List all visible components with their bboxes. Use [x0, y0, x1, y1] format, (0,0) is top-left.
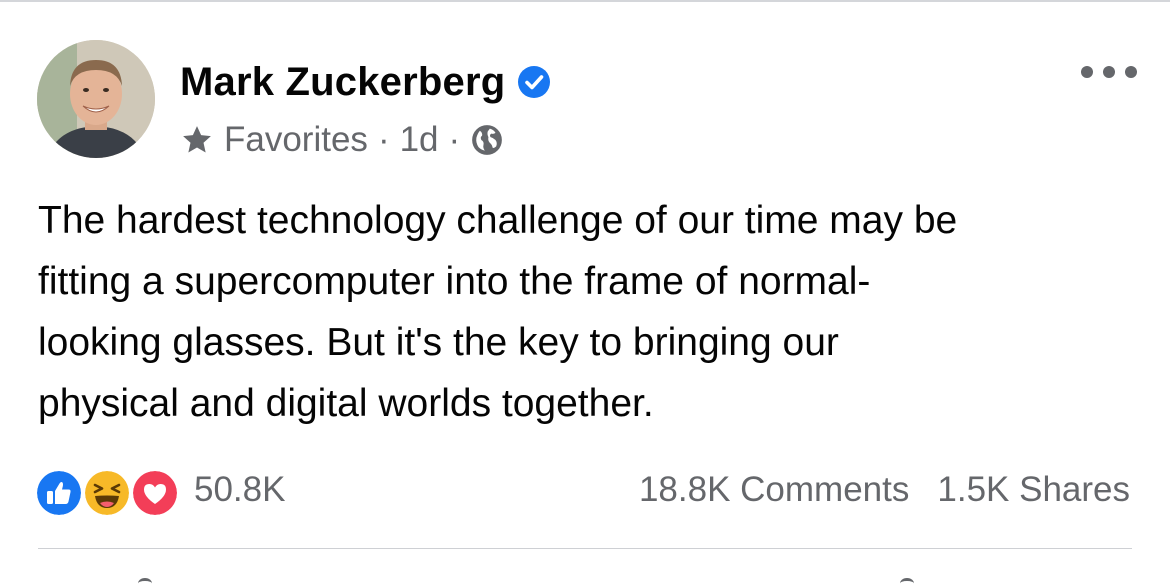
facebook-post: Mark Zuckerberg Favorites · 1d · The har…	[0, 0, 1170, 584]
author-avatar[interactable]	[37, 40, 155, 158]
meta-separator: ·	[377, 120, 390, 159]
share-action-icon[interactable]	[900, 578, 914, 584]
author-name[interactable]: Mark Zuckerberg	[180, 60, 505, 105]
more-dot-icon	[1125, 66, 1137, 78]
post-text-line: fitting a supercomputer into the frame o…	[38, 260, 871, 303]
post-text-line: physical and digital worlds together.	[38, 382, 654, 425]
reaction-count: 50.8K	[194, 470, 286, 509]
author-row: Mark Zuckerberg	[180, 58, 551, 106]
star-icon	[183, 126, 211, 153]
like-reaction-icon	[34, 468, 84, 518]
shares-count-link[interactable]: 1.5K Shares	[937, 470, 1130, 510]
engagement-stats: 18.8K Comments 1.5K Shares	[639, 468, 1130, 512]
globe-icon	[472, 125, 503, 155]
more-dot-icon	[1103, 66, 1115, 78]
post-meta: Favorites · 1d ·	[180, 118, 504, 162]
verified-badge-icon	[518, 66, 551, 98]
actions-divider	[38, 548, 1132, 549]
love-reaction-icon	[130, 468, 180, 518]
avatar-image	[37, 40, 155, 158]
meta-separator: ·	[448, 120, 461, 159]
post-text-line: The hardest technology challenge of our …	[38, 199, 958, 242]
comments-count-link[interactable]: 18.8K Comments	[639, 470, 909, 510]
haha-reaction-icon	[82, 468, 132, 518]
post-time[interactable]: 1d	[400, 120, 439, 160]
reactions-summary[interactable]: 50.8K	[34, 466, 286, 518]
post-text: The hardest technology challenge of our …	[38, 190, 1148, 434]
post-text-line: looking glasses. But it's the key to bri…	[38, 321, 839, 364]
audience-label[interactable]: Favorites	[224, 120, 368, 160]
more-dot-icon	[1081, 66, 1093, 78]
more-options-button[interactable]	[1081, 60, 1137, 84]
reaction-icons	[34, 466, 182, 518]
like-action-icon[interactable]	[138, 578, 152, 584]
